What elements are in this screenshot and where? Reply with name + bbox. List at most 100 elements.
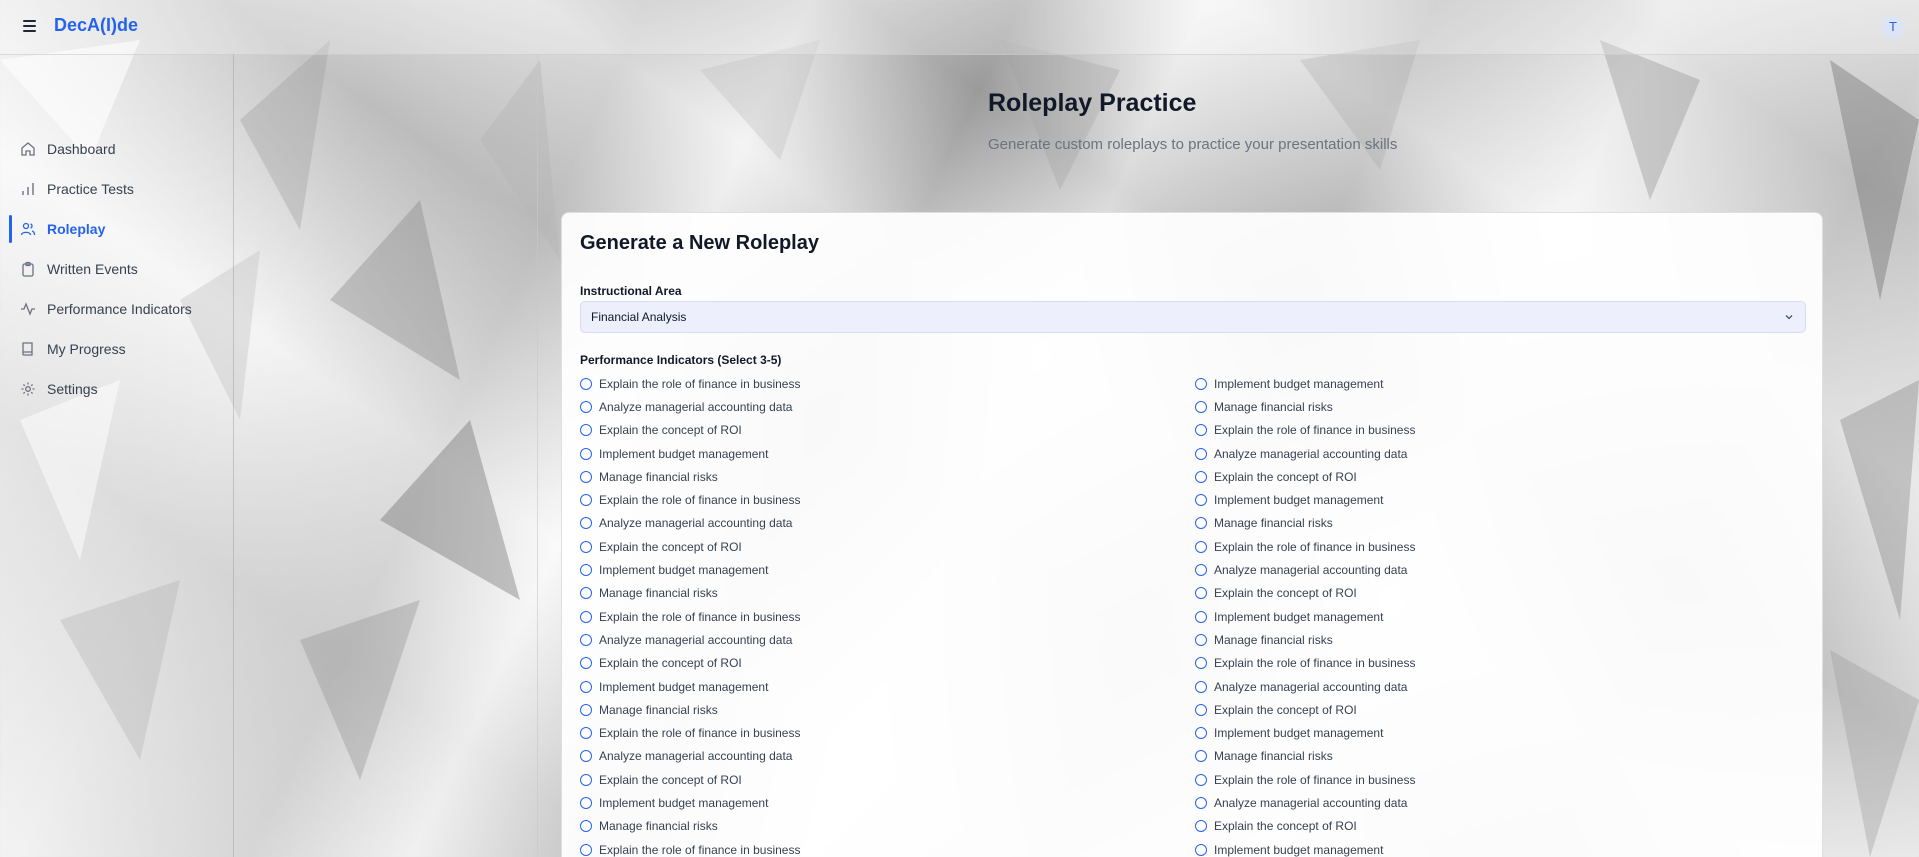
radio-button[interactable] — [580, 773, 592, 786]
performance-indicator-option[interactable]: Manage financial risks — [580, 698, 1195, 721]
radio-button[interactable] — [580, 633, 592, 646]
sidebar-item-dashboard[interactable]: Dashboard — [0, 129, 233, 169]
performance-indicator-option[interactable]: Explain the concept of ROI — [580, 535, 1195, 558]
radio-button[interactable] — [1195, 470, 1207, 483]
performance-indicator-option[interactable]: Implement budget management — [1195, 488, 1810, 511]
performance-indicator-option[interactable]: Explain the concept of ROI — [1195, 465, 1810, 488]
sidebar-item-written-events[interactable]: Written Events — [0, 249, 233, 289]
performance-indicator-option[interactable]: Implement budget management — [580, 558, 1195, 581]
generate-roleplay-card: Generate a New Roleplay Instructional Ar… — [561, 212, 1823, 857]
performance-indicator-option[interactable]: Explain the role of finance in business — [580, 721, 1195, 744]
performance-indicator-option[interactable]: Implement budget management — [580, 791, 1195, 814]
performance-indicator-option[interactable]: Manage financial risks — [1195, 745, 1810, 768]
instructional-area-select[interactable]: Financial Analysis — [580, 301, 1806, 333]
radio-button[interactable] — [580, 727, 592, 740]
performance-indicator-option[interactable]: Explain the role of finance in business — [580, 372, 1195, 395]
radio-button[interactable] — [580, 540, 592, 553]
performance-indicator-option[interactable]: Explain the concept of ROI — [1195, 698, 1810, 721]
radio-button[interactable] — [1195, 773, 1207, 786]
radio-button[interactable] — [580, 703, 592, 716]
performance-indicator-option[interactable]: Explain the concept of ROI — [1195, 582, 1810, 605]
performance-indicator-option[interactable]: Manage financial risks — [580, 465, 1195, 488]
radio-button[interactable] — [1195, 703, 1207, 716]
radio-button[interactable] — [580, 750, 592, 763]
menu-icon[interactable] — [20, 17, 40, 37]
radio-button[interactable] — [1195, 564, 1207, 577]
performance-indicator-option[interactable]: Explain the role of finance in business — [1195, 652, 1810, 675]
radio-button[interactable] — [1195, 843, 1207, 856]
radio-button[interactable] — [1195, 750, 1207, 763]
radio-button[interactable] — [580, 820, 592, 833]
performance-indicator-option[interactable]: Explain the role of finance in business — [580, 488, 1195, 511]
performance-indicator-option[interactable]: Explain the concept of ROI — [580, 652, 1195, 675]
performance-indicator-option[interactable]: Explain the role of finance in business — [580, 605, 1195, 628]
radio-button[interactable] — [1195, 657, 1207, 670]
radio-button[interactable] — [580, 796, 592, 809]
performance-indicator-option[interactable]: Explain the role of finance in business — [580, 838, 1195, 857]
radio-button[interactable] — [1195, 517, 1207, 530]
radio-button[interactable] — [580, 587, 592, 600]
radio-button[interactable] — [1195, 727, 1207, 740]
performance-indicator-option[interactable]: Analyze managerial accounting data — [580, 512, 1195, 535]
sidebar-item-label: My Progress — [47, 341, 126, 357]
radio-button[interactable] — [580, 424, 592, 437]
radio-button[interactable] — [1195, 680, 1207, 693]
performance-indicator-option[interactable]: Analyze managerial accounting data — [580, 395, 1195, 418]
radio-button[interactable] — [1195, 796, 1207, 809]
sidebar-item-roleplay[interactable]: Roleplay — [0, 209, 233, 249]
performance-indicator-option[interactable]: Analyze managerial accounting data — [1195, 442, 1810, 465]
performance-indicator-option[interactable]: Implement budget management — [1195, 838, 1810, 857]
performance-indicator-option[interactable]: Explain the concept of ROI — [580, 768, 1195, 791]
performance-indicator-label: Analyze managerial accounting data — [599, 399, 793, 414]
performance-indicator-option[interactable]: Explain the role of finance in business — [1195, 419, 1810, 442]
radio-button[interactable] — [580, 494, 592, 507]
radio-button[interactable] — [580, 377, 592, 390]
radio-button[interactable] — [580, 657, 592, 670]
performance-indicator-option[interactable]: Analyze managerial accounting data — [1195, 791, 1810, 814]
performance-indicator-option[interactable]: Explain the role of finance in business — [1195, 768, 1810, 791]
radio-button[interactable] — [1195, 400, 1207, 413]
performance-indicator-option[interactable]: Manage financial risks — [1195, 395, 1810, 418]
radio-button[interactable] — [1195, 587, 1207, 600]
brand-logo[interactable]: DecA(I)de — [54, 15, 138, 36]
sidebar-item-my-progress[interactable]: My Progress — [0, 329, 233, 369]
performance-indicator-label: Explain the concept of ROI — [1214, 586, 1357, 601]
performance-indicator-option[interactable]: Manage financial risks — [580, 582, 1195, 605]
radio-button[interactable] — [1195, 540, 1207, 553]
performance-indicator-option[interactable]: Manage financial risks — [580, 815, 1195, 838]
performance-indicator-option[interactable]: Implement budget management — [580, 442, 1195, 465]
radio-button[interactable] — [580, 447, 592, 460]
radio-button[interactable] — [580, 843, 592, 856]
radio-button[interactable] — [580, 517, 592, 530]
performance-indicator-option[interactable]: Implement budget management — [1195, 605, 1810, 628]
radio-button[interactable] — [580, 470, 592, 483]
performance-indicator-option[interactable]: Implement budget management — [1195, 721, 1810, 744]
radio-button[interactable] — [580, 564, 592, 577]
radio-button[interactable] — [1195, 610, 1207, 623]
performance-indicator-option[interactable]: Manage financial risks — [1195, 512, 1810, 535]
performance-indicator-option[interactable]: Analyze managerial accounting data — [580, 745, 1195, 768]
radio-button[interactable] — [1195, 494, 1207, 507]
performance-indicator-option[interactable]: Implement budget management — [1195, 372, 1810, 395]
performance-indicator-label: Manage financial risks — [599, 702, 718, 717]
performance-indicator-option[interactable]: Explain the role of finance in business — [1195, 535, 1810, 558]
radio-button[interactable] — [1195, 820, 1207, 833]
performance-indicator-option[interactable]: Implement budget management — [580, 675, 1195, 698]
performance-indicator-option[interactable]: Analyze managerial accounting data — [1195, 558, 1810, 581]
radio-button[interactable] — [1195, 447, 1207, 460]
sidebar-item-settings[interactable]: Settings — [0, 369, 233, 409]
performance-indicator-option[interactable]: Manage financial risks — [1195, 628, 1810, 651]
radio-button[interactable] — [580, 400, 592, 413]
performance-indicator-option[interactable]: Explain the concept of ROI — [1195, 815, 1810, 838]
sidebar-item-performance-indicators[interactable]: Performance Indicators — [0, 289, 233, 329]
performance-indicator-option[interactable]: Analyze managerial accounting data — [580, 628, 1195, 651]
radio-button[interactable] — [580, 610, 592, 623]
sidebar-item-practice-tests[interactable]: Practice Tests — [0, 169, 233, 209]
radio-button[interactable] — [580, 680, 592, 693]
radio-button[interactable] — [1195, 424, 1207, 437]
avatar[interactable]: T — [1881, 15, 1905, 39]
radio-button[interactable] — [1195, 633, 1207, 646]
performance-indicator-option[interactable]: Explain the concept of ROI — [580, 419, 1195, 442]
performance-indicator-option[interactable]: Analyze managerial accounting data — [1195, 675, 1810, 698]
radio-button[interactable] — [1195, 377, 1207, 390]
